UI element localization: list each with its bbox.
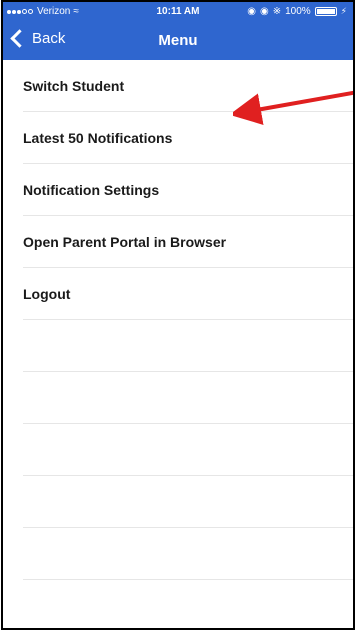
menu-list: Switch Student Latest 50 Notifications N… [3,60,353,628]
alarm-icon: ◉ [259,6,269,17]
menu-item-latest-notifications[interactable]: Latest 50 Notifications [23,112,353,164]
menu-item-switch-student[interactable]: Switch Student [23,60,353,112]
empty-row [23,424,353,476]
menu-item-notification-settings[interactable]: Notification Settings [23,164,353,216]
empty-row [23,580,353,628]
location-icon: ◉ [247,6,256,17]
status-right: ◉ ◉ ※ 100% ⚡ [247,6,347,17]
phone-screen: Verizon ≈ 10:11 AM ◉ ◉ ※ 100% ⚡ Back Men… [1,0,355,630]
empty-row [23,372,353,424]
menu-item-logout[interactable]: Logout [23,268,353,320]
navigation-bar: Back Menu [3,22,353,60]
battery-percent: 100% [285,6,311,17]
bluetooth-icon: ※ [272,6,282,17]
menu-item-open-parent-portal[interactable]: Open Parent Portal in Browser [23,216,353,268]
charging-icon: ⚡ [340,6,347,16]
empty-row [23,476,353,528]
empty-row [23,320,353,372]
page-title: Menu [158,32,198,49]
battery-icon [314,7,337,16]
empty-row [23,528,353,580]
status-bar: Verizon ≈ 10:11 AM ◉ ◉ ※ 100% ⚡ [3,2,353,22]
